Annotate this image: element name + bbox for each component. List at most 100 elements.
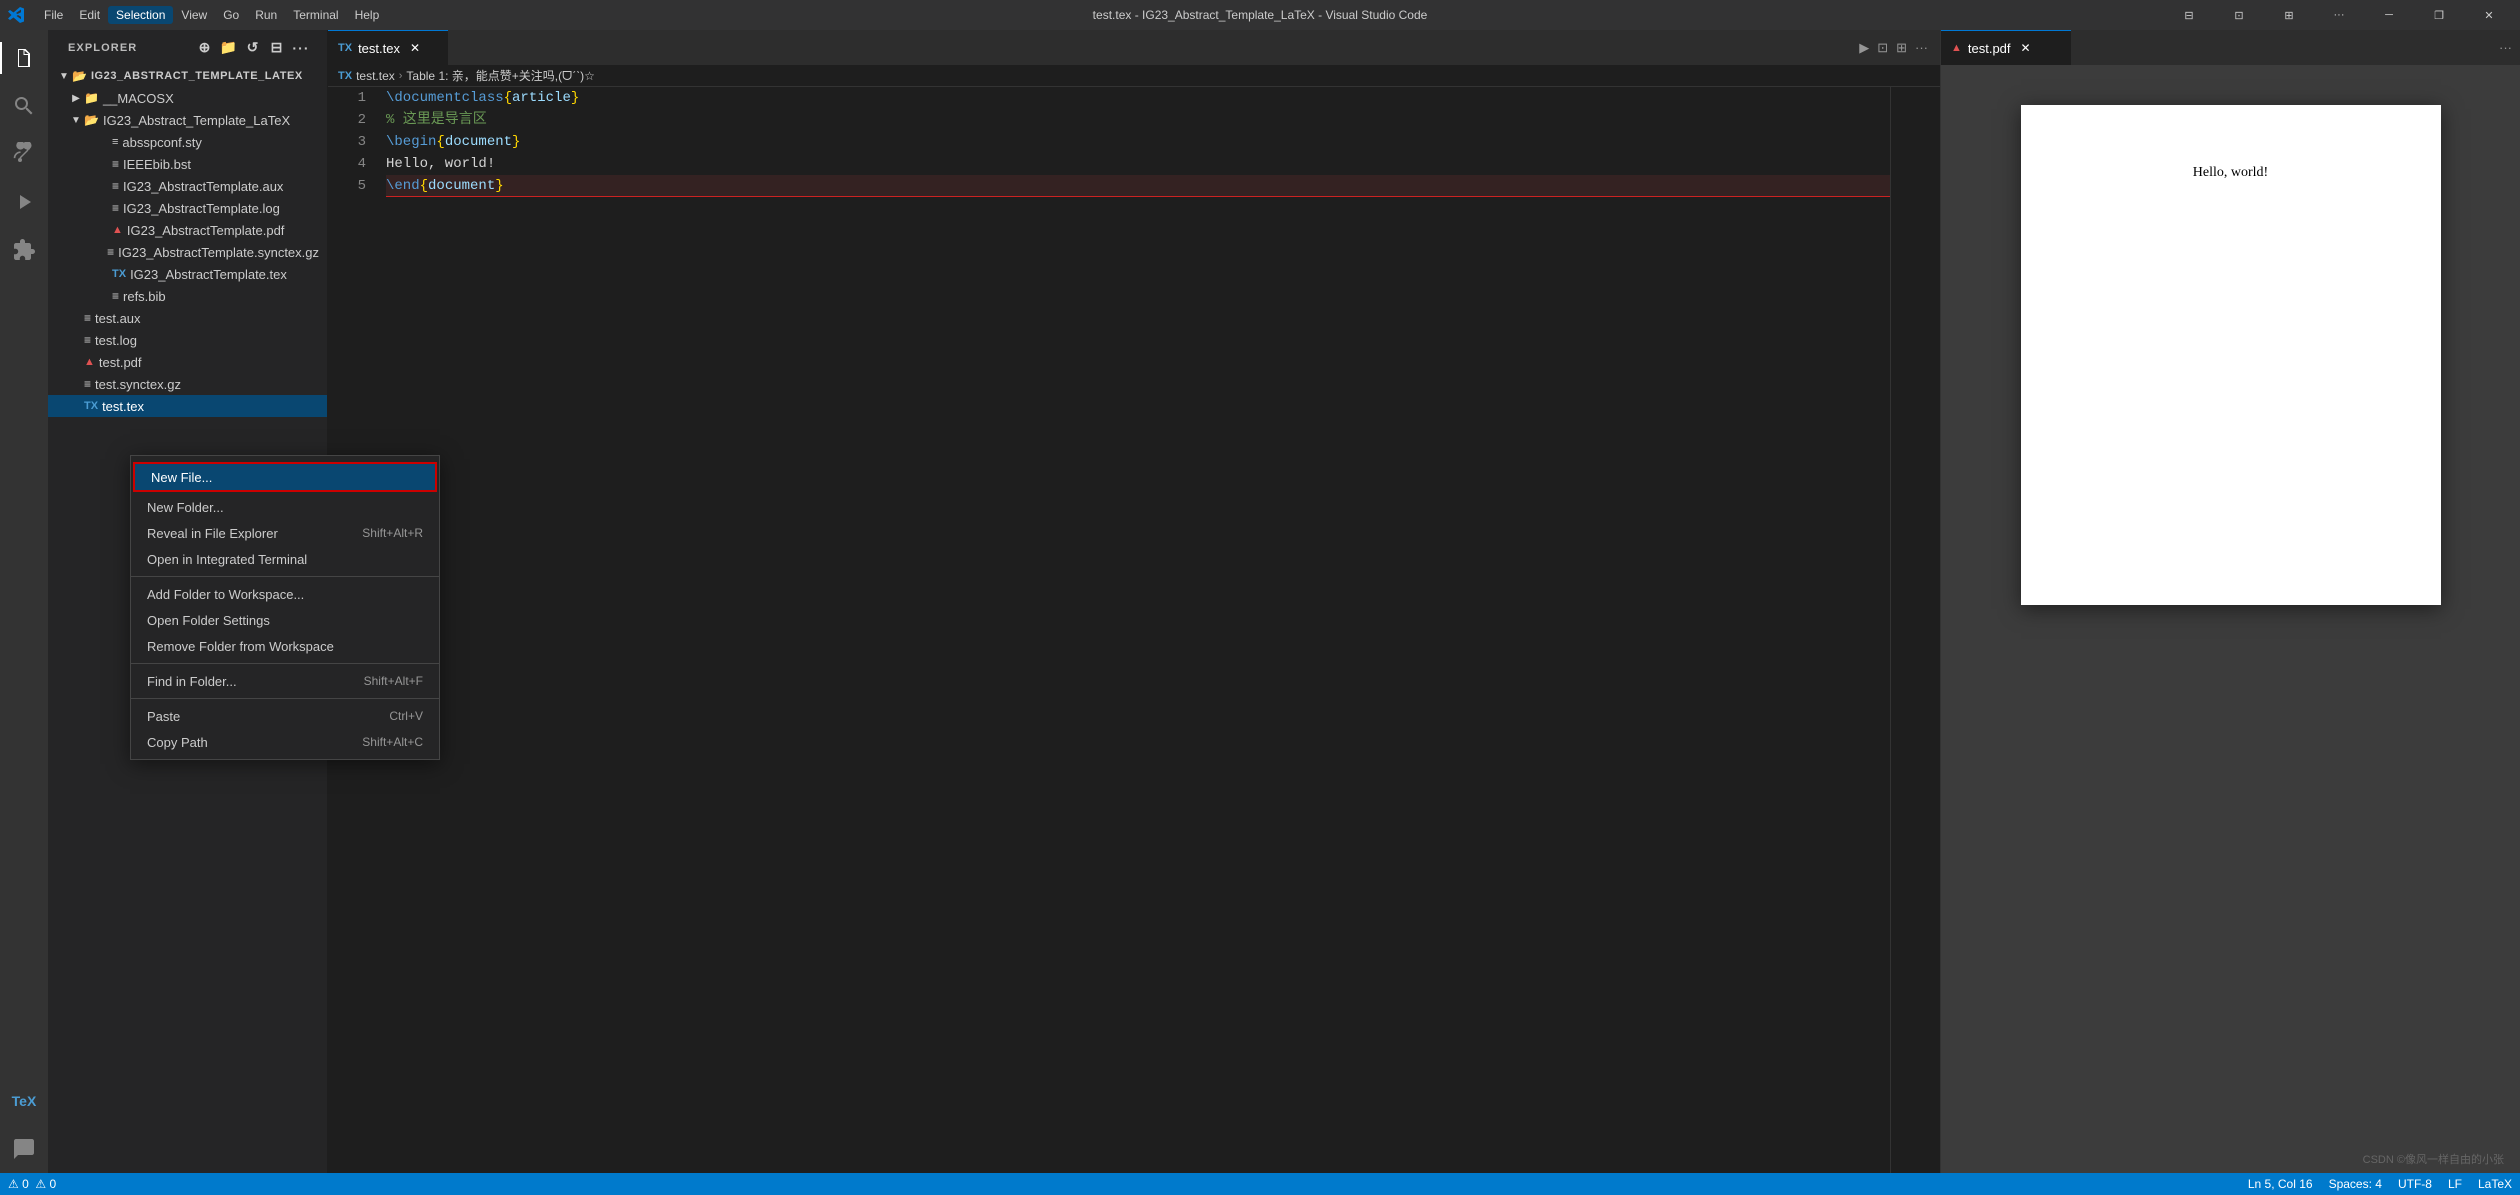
more-icon[interactable]: ··· (2316, 0, 2362, 30)
tex-file-icon-1: TX (112, 268, 126, 280)
tree-label-ieeebib: IEEEbib.bst (123, 157, 191, 172)
status-bar: ⚠ 0 ⚠ 0 Ln 5, Col 16 Spaces: 4 UTF-8 LF … (0, 1173, 2520, 1195)
context-menu-item-new-folder[interactable]: New Folder... (131, 494, 439, 520)
pdf-content-text: Hello, world! (2193, 165, 2268, 181)
tree-item-ig23log[interactable]: ≡ IG23_AbstractTemplate.log (48, 197, 327, 219)
tree-item-absspconf[interactable]: ≡ absspconf.sty (48, 131, 327, 153)
folder-closed-icon: 📁 (84, 91, 99, 105)
copy-path-label: Copy Path (147, 735, 208, 750)
tab-close-testtex[interactable]: ✕ (406, 39, 424, 57)
tree-item-macosx[interactable]: ▶ 📁 __MACOSX (48, 87, 327, 109)
context-menu-item-folder-settings[interactable]: Open Folder Settings (131, 607, 439, 633)
minimize-button[interactable]: ─ (2366, 0, 2412, 30)
breadcrumb-separator: › (399, 70, 403, 82)
tree-item-ig23tex[interactable]: TX IG23_AbstractTemplate.tex (48, 263, 327, 285)
aux-file-icon-2: ≡ (84, 311, 91, 325)
tab-bar: TX test.tex ✕ ▶ ⊡ ⊞ ··· (328, 30, 1940, 65)
extensions-activity-icon[interactable] (0, 226, 48, 274)
context-menu-item-remove-folder[interactable]: Remove Folder from Workspace (131, 633, 439, 659)
new-file-icon[interactable]: ⊕ (195, 38, 215, 58)
menu-terminal[interactable]: Terminal (285, 6, 346, 24)
code-content[interactable]: \documentclass{article} % 这里是导言区 \begin{… (378, 87, 1890, 1173)
new-folder-icon[interactable]: 📁 (219, 38, 239, 58)
menu-edit[interactable]: Edit (71, 6, 108, 24)
find-in-folder-label: Find in Folder... (147, 674, 237, 689)
layout2-icon[interactable]: ⊡ (2216, 0, 2262, 30)
collapse-all-icon[interactable]: ⊟ (267, 38, 287, 58)
breadcrumb-symbol: Table 1: 亲，能点赞+关注吗,(ᗜˊˋ)☆ (406, 67, 594, 84)
log-file-icon-2: ≡ (84, 333, 91, 347)
sidebar-header: EXPLORER ⊕ 📁 ↺ ⊟ ··· (48, 30, 327, 65)
tree-item-ieeebib[interactable]: ≡ IEEEbib.bst (48, 153, 327, 175)
tree-item-ig23synctex[interactable]: ≡ IG23_AbstractTemplate.synctex.gz (48, 241, 327, 263)
reveal-label: Reveal in File Explorer (147, 526, 278, 541)
tree-item-testtex[interactable]: TX test.tex (48, 395, 327, 417)
layout3-icon[interactable]: ⊞ (2266, 0, 2312, 30)
tab-testtex[interactable]: TX test.tex ✕ (328, 30, 448, 65)
editor-toolbar-run[interactable]: ▶ ⊡ ⊞ ··· (1847, 30, 1940, 65)
context-menu-item-find-in-folder[interactable]: Find in Folder... Shift+Alt+F (131, 668, 439, 694)
tab-testpdf[interactable]: ▲ test.pdf ✕ (1941, 30, 2071, 65)
more-actions-tab-icon[interactable]: ··· (1915, 40, 1928, 55)
code-line-4: Hello, world! (386, 153, 1890, 175)
context-menu-item-reveal[interactable]: Reveal in File Explorer Shift+Alt+R (131, 520, 439, 546)
tab-close-testpdf[interactable]: ✕ (2017, 39, 2035, 57)
chevron-down-icon: ▼ (56, 71, 72, 82)
tree-item-ig23aux[interactable]: ≡ IG23_AbstractTemplate.aux (48, 175, 327, 197)
context-menu-item-paste[interactable]: Paste Ctrl+V (131, 703, 439, 729)
close-button[interactable]: ✕ (2466, 0, 2512, 30)
code-token: } (571, 87, 579, 109)
status-language[interactable]: LaTeX (2478, 1177, 2512, 1191)
tex-activity-icon[interactable]: TeX (0, 1077, 48, 1125)
bst-file-icon: ≡ (112, 157, 119, 171)
tree-item-ig23folder[interactable]: ▼ 📂 IG23_Abstract_Template_LaTeX (48, 109, 327, 131)
refresh-icon[interactable]: ↺ (243, 38, 263, 58)
tex-file-icon-2: TX (84, 400, 98, 412)
status-spaces[interactable]: Spaces: 4 (2329, 1177, 2382, 1191)
log-file-icon: ≡ (112, 201, 119, 215)
tree-label-ig23pdf: IG23_AbstractTemplate.pdf (127, 223, 285, 238)
pdf-tab-icon: ▲ (1951, 42, 1962, 54)
menu-file[interactable]: File (36, 6, 71, 24)
menu-selection[interactable]: Selection (108, 6, 173, 24)
run-activity-icon[interactable] (0, 178, 48, 226)
source-control-activity-icon[interactable] (0, 130, 48, 178)
status-position[interactable]: Ln 5, Col 16 (2248, 1177, 2313, 1191)
menu-run[interactable]: Run (247, 6, 285, 24)
context-menu-item-terminal[interactable]: Open in Integrated Terminal (131, 546, 439, 572)
viewer-icon[interactable]: ⊞ (1896, 40, 1907, 56)
chevron-down-icon-2: ▼ (68, 115, 84, 126)
pages-activity-icon[interactable] (0, 1125, 48, 1173)
preview-more-btn[interactable]: ··· (2491, 30, 2520, 65)
tree-item-testsynctex[interactable]: ≡ test.synctex.gz (48, 373, 327, 395)
context-menu-item-add-folder[interactable]: Add Folder to Workspace... (131, 581, 439, 607)
more-actions-icon[interactable]: ··· (291, 38, 311, 58)
search-activity-icon[interactable] (0, 82, 48, 130)
tree-label-ig23log: IG23_AbstractTemplate.log (123, 201, 280, 216)
tree-item-testlog[interactable]: ≡ test.log (48, 329, 327, 351)
status-eol[interactable]: LF (2448, 1177, 2462, 1191)
code-editor[interactable]: 1 2 3 4 5 \documentclass{article} % 这里是导… (328, 87, 1940, 1173)
menu-go[interactable]: Go (215, 6, 247, 24)
status-errors[interactable]: ⚠ 0 ⚠ 0 (8, 1177, 56, 1191)
split-editor-icon[interactable]: ⊡ (1877, 40, 1888, 56)
tree-item-testpdf[interactable]: ▲ test.pdf (48, 351, 327, 373)
menu-view[interactable]: View (173, 6, 215, 24)
context-menu-item-new-file[interactable]: New File... (135, 464, 435, 490)
tree-label-testaux: test.aux (95, 311, 141, 326)
tree-root-folder[interactable]: ▼ 📂 IG23_ABSTRACT_TEMPLATE_LATEX (48, 65, 327, 87)
run-tex-icon[interactable]: ▶ (1859, 40, 1869, 56)
tree-item-refsbib[interactable]: ≡ refs.bib (48, 285, 327, 307)
context-menu-item-copy-path[interactable]: Copy Path Shift+Alt+C (131, 729, 439, 755)
restore-button[interactable]: ❐ (2416, 0, 2462, 30)
tree-item-ig23pdf[interactable]: ▲ IG23_AbstractTemplate.pdf (48, 219, 327, 241)
activity-bar: TeX (0, 30, 48, 1173)
layout-icon[interactable]: ⊟ (2166, 0, 2212, 30)
menu-help[interactable]: Help (347, 6, 388, 24)
code-line-3: \begin{document} (386, 131, 1890, 153)
tree-label-macosx: __MACOSX (103, 91, 174, 106)
status-encoding[interactable]: UTF-8 (2398, 1177, 2432, 1191)
explorer-activity-icon[interactable] (0, 34, 48, 82)
tree-item-testaux[interactable]: ≡ test.aux (48, 307, 327, 329)
code-token: } (495, 175, 503, 197)
